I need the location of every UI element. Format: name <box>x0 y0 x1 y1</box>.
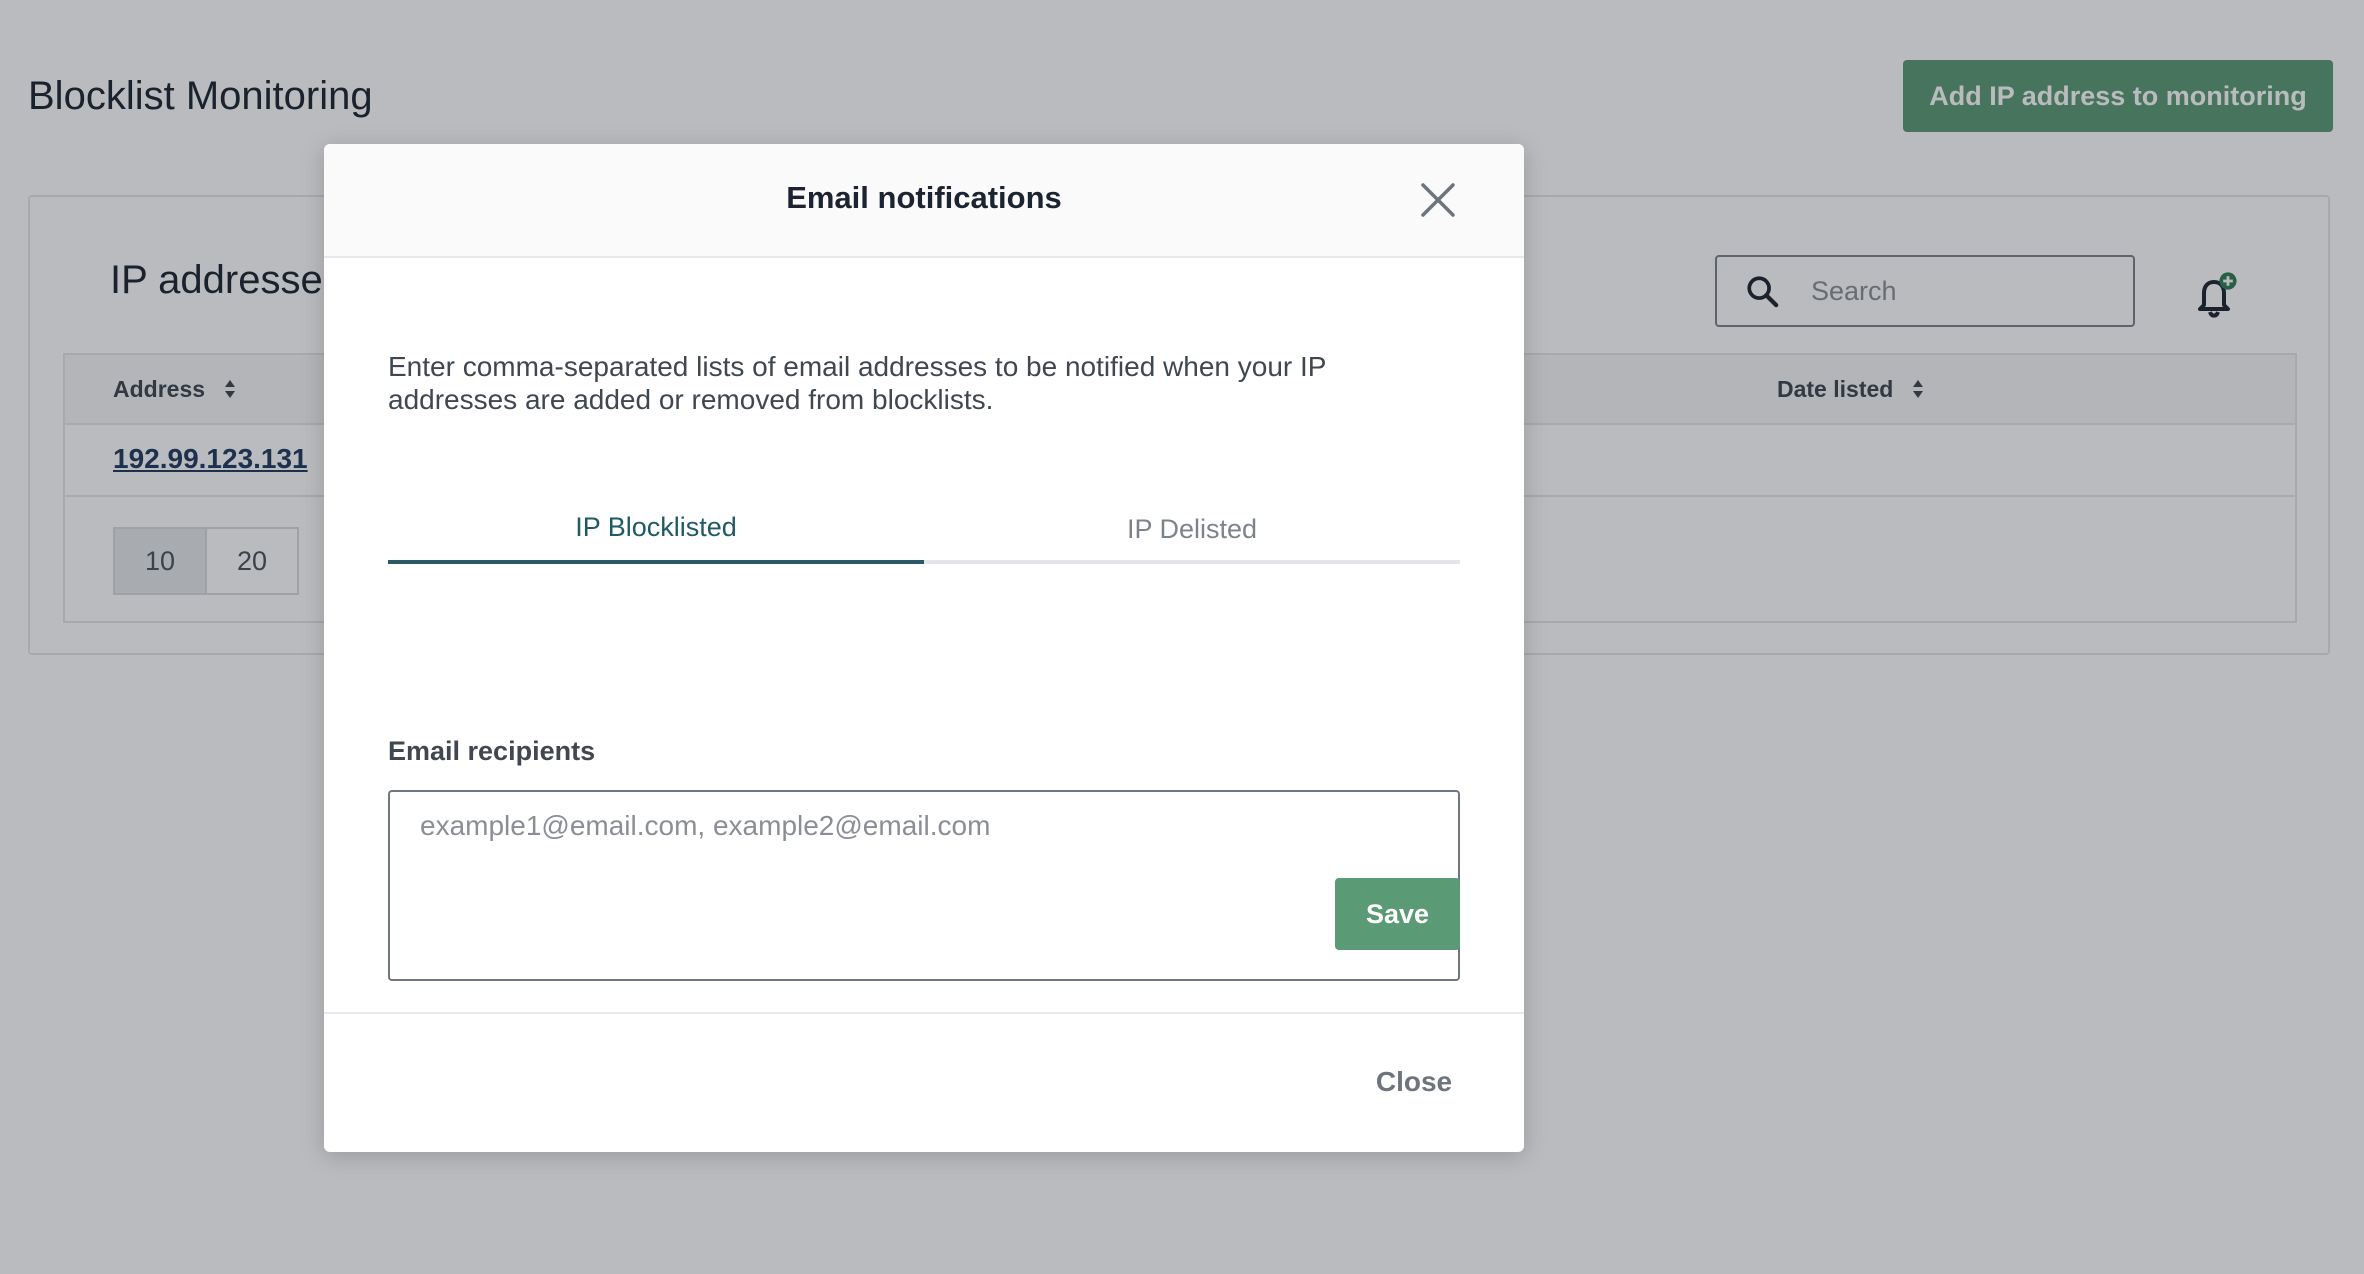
close-icon[interactable] <box>1418 180 1458 220</box>
email-recipients-label: Email recipients <box>388 736 596 766</box>
modal-header: Email notifications <box>324 144 1524 258</box>
tab-ip-delisted[interactable]: IP Delisted <box>924 494 1460 564</box>
modal-title: Email notifications <box>786 180 1062 215</box>
tab-ip-blocklisted[interactable]: IP Blocklisted <box>388 494 924 564</box>
modal-footer: Close <box>324 1012 1524 1152</box>
save-button[interactable]: Save <box>1335 878 1460 950</box>
close-button[interactable]: Close <box>1344 1052 1484 1112</box>
email-notifications-modal: Email notifications Enter comma-separate… <box>324 144 1524 1152</box>
email-recipients-input[interactable] <box>388 790 1460 981</box>
notification-tabs: IP Blocklisted IP Delisted <box>388 494 1460 564</box>
modal-description: Enter comma-separated lists of email add… <box>388 351 1326 415</box>
